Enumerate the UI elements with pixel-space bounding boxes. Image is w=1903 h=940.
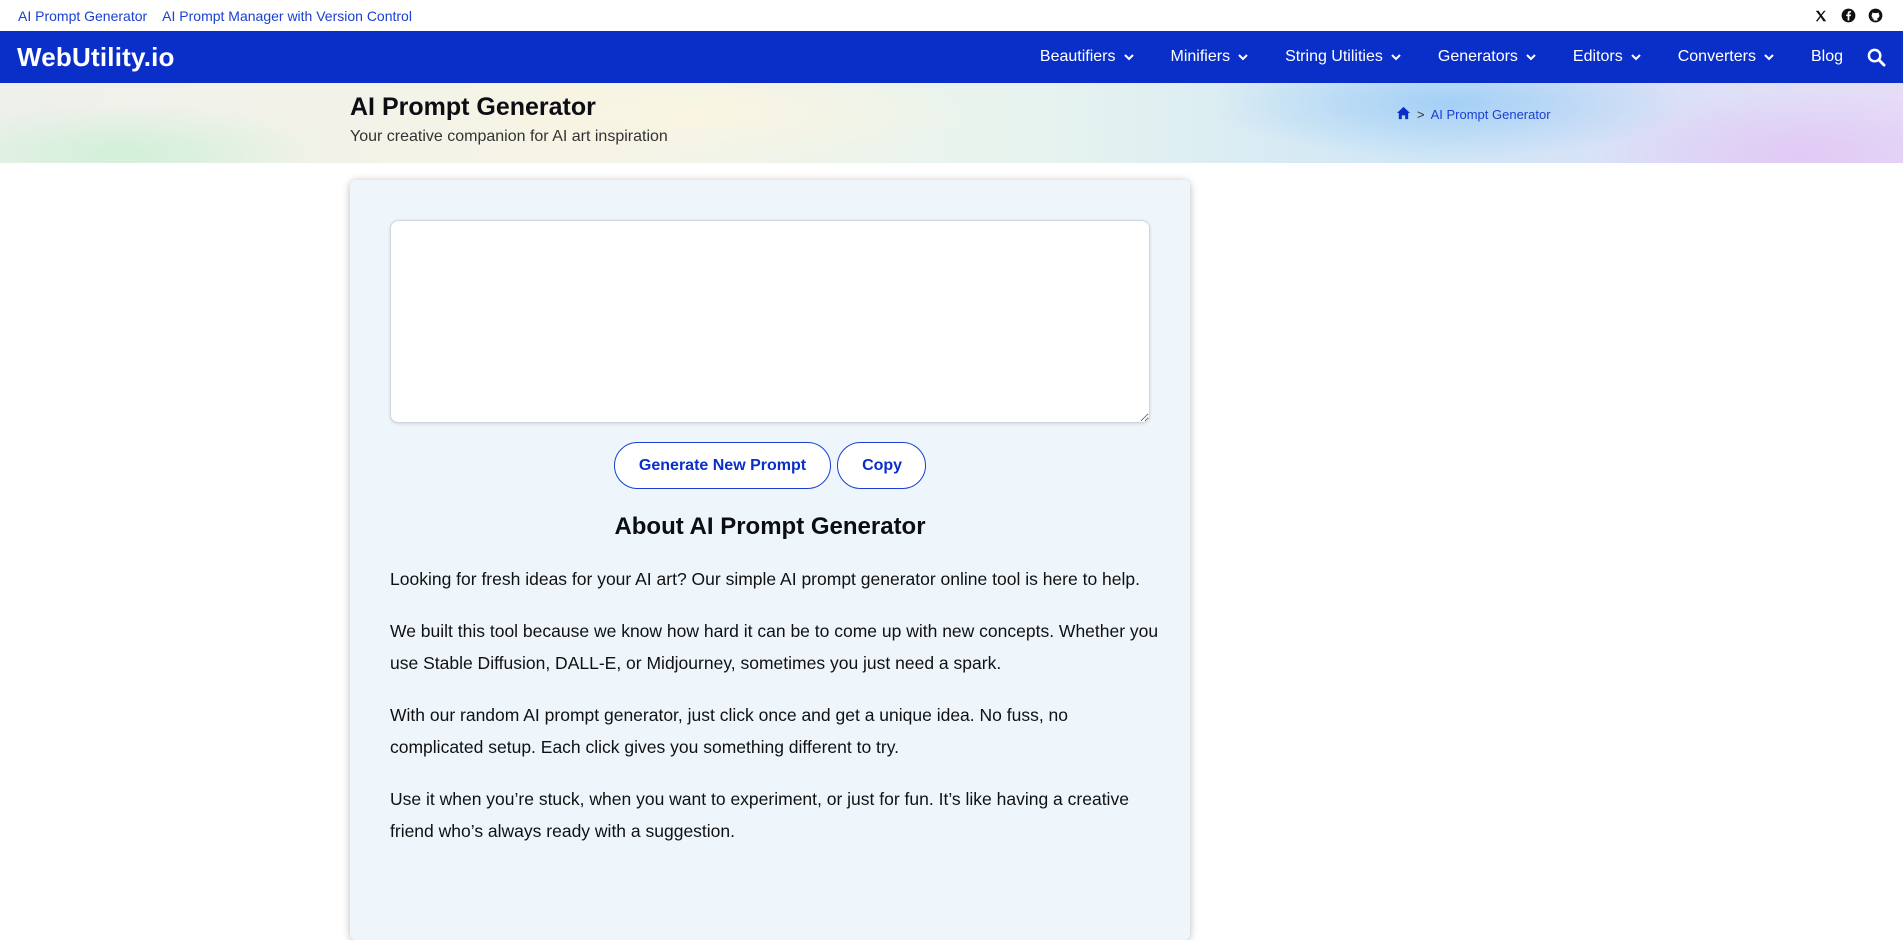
chevron-down-icon — [1238, 54, 1248, 61]
tool-card: Generate New Prompt Copy About AI Prompt… — [350, 180, 1190, 940]
x-icon[interactable] — [1813, 8, 1829, 24]
breadcrumb-separator: > — [1417, 107, 1425, 122]
about-paragraph: Looking for fresh ideas for your AI art?… — [390, 569, 1140, 589]
nav-item-label: Minifiers — [1170, 48, 1231, 65]
top-link-ai-prompt-generator[interactable]: AI Prompt Generator — [18, 8, 147, 24]
nav-item-label: String Utilities — [1285, 48, 1383, 65]
page-title: AI Prompt Generator — [350, 93, 596, 121]
chevron-down-icon — [1526, 54, 1536, 61]
about-content: Looking for fresh ideas for your AI art?… — [390, 563, 1160, 867]
facebook-icon[interactable] — [1840, 8, 1856, 24]
page-header: AI Prompt Generator Your creative compan… — [0, 83, 1903, 163]
site-logo[interactable]: WebUtility.io — [17, 42, 175, 73]
about-paragraph: Use it when you’re stuck, when you want … — [390, 789, 1129, 841]
nav-item-label: Editors — [1572, 48, 1623, 65]
nav-item-editors[interactable]: Editors — [1573, 48, 1642, 66]
about-paragraph: We built this tool because we know how h… — [390, 621, 1159, 673]
top-links: AI Prompt Generator AI Prompt Manager wi… — [18, 8, 412, 24]
home-icon[interactable] — [1396, 106, 1411, 123]
nav-item-label: Generators — [1437, 48, 1518, 65]
prompt-output-textarea[interactable] — [390, 220, 1150, 423]
page-heading: AI Prompt Generator Your creative compan… — [350, 93, 668, 146]
nav-menu: Beautifiers Minifiers String Utilities G… — [1004, 48, 1886, 67]
chevron-down-icon — [1391, 54, 1401, 61]
breadcrumb-current[interactable]: AI Prompt Generator — [1431, 107, 1551, 122]
search-icon[interactable] — [1867, 48, 1886, 67]
about-paragraph: With our random AI prompt generator, jus… — [390, 705, 1069, 757]
social-links — [1813, 8, 1885, 24]
chevron-down-icon — [1123, 54, 1134, 61]
nav-item-minifiers[interactable]: Minifiers — [1171, 48, 1250, 66]
nav-item-label: Converters — [1677, 48, 1756, 65]
nav-item-beautifiers[interactable]: Beautifiers — [1040, 48, 1135, 66]
nav-item-label: Blog — [1810, 48, 1843, 65]
top-utility-bar: AI Prompt Generator AI Prompt Manager wi… — [0, 0, 1903, 31]
nav-item-string-utilities[interactable]: String Utilities — [1285, 48, 1402, 66]
nav-item-label: Beautifiers — [1039, 48, 1116, 65]
main-nav: WebUtility.io Beautifiers Minifiers Stri… — [0, 31, 1903, 83]
breadcrumb: > AI Prompt Generator — [1396, 106, 1551, 123]
chevron-down-icon — [1764, 54, 1774, 61]
top-link-ai-prompt-manager[interactable]: AI Prompt Manager with Version Control — [162, 8, 412, 24]
nav-item-blog[interactable]: Blog — [1811, 48, 1843, 66]
page-subtitle: Your creative companion for AI art inspi… — [350, 128, 668, 145]
nav-item-converters[interactable]: Converters — [1678, 48, 1775, 66]
tool-actions: Generate New Prompt Copy — [350, 442, 1190, 489]
chevron-down-icon — [1631, 54, 1641, 61]
github-icon[interactable] — [1867, 8, 1883, 24]
about-title: About AI Prompt Generator — [614, 513, 926, 540]
generate-prompt-button[interactable]: Generate New Prompt — [613, 442, 832, 489]
nav-item-generators[interactable]: Generators — [1438, 48, 1537, 66]
copy-button[interactable]: Copy — [837, 442, 927, 489]
